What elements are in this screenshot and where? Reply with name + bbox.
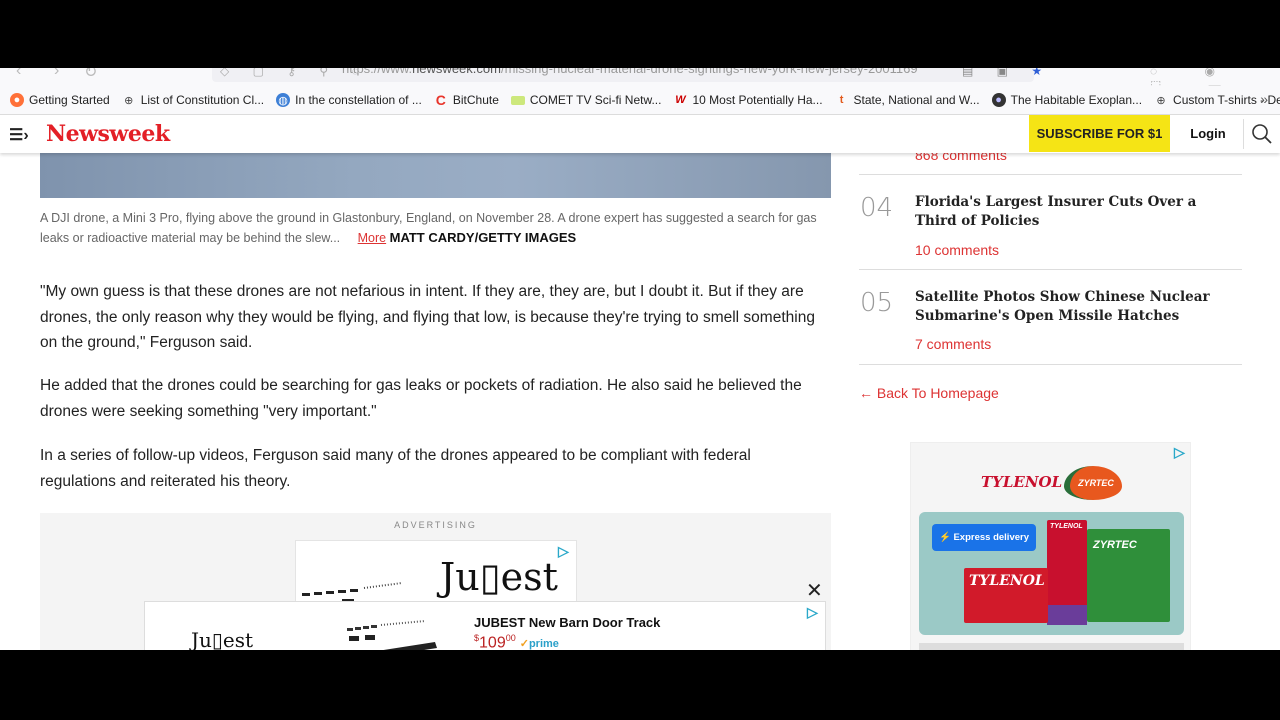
bookmark-constellation[interactable]: ◍ In the constellation of ... [276,93,422,107]
story-rank: 05 [860,288,894,318]
w-icon: W [675,94,686,106]
tylenol-box: TYLENOL [964,568,1048,623]
t-icon: t [839,94,844,106]
back-to-homepage-link[interactable]: ← Back To Homepage [859,385,999,401]
story-comments[interactable]: 868 comments [915,153,1007,163]
browser-toolbar: ‹ › ↻ https://www.newsweek.com/missing-n… [0,68,1280,86]
bookmark-getting-started[interactable]: ● Getting Started [10,93,110,107]
bookmarks-overflow-icon[interactable]: » [1260,91,1268,107]
article-paragraph: "My own guess is that these drones are n… [40,283,815,351]
back-icon[interactable]: ‹ [16,68,21,80]
close-ad-icon[interactable]: ✕ [806,578,823,603]
sticky-ad[interactable]: Ju▯est JUBEST New Barn Door Track $10900… [144,601,826,650]
bookmark-potentially[interactable]: W 10 Most Potentially Ha... [673,93,822,107]
bookmark-exoplanet[interactable]: ● The Habitable Exoplan... [991,93,1143,107]
menu-icon[interactable]: ☰› [9,125,29,145]
bookmark-label: In the constellation of ... [295,93,422,107]
box-band [1047,605,1087,625]
reader-icons[interactable]: ▤ ▣ ★ [962,68,1052,78]
image-caption: A DJI drone, a Mini 3 Pro, flying above … [40,209,835,248]
globe-icon: ⊕ [1156,94,1166,107]
comet-icon [510,95,525,105]
box-label: TYLENOL [1050,523,1083,530]
divider [859,174,1242,175]
product-title[interactable]: JUBEST New Barn Door Track [474,615,660,630]
url-host: newsweek.com [412,68,501,76]
letterbox-bottom [0,650,1280,720]
search-icon[interactable] [1251,123,1273,145]
window-controls[interactable]: ◌ ◉ ⬚ — [1150,68,1280,86]
bookmark-comet[interactable]: COMET TV Sci-fi Netw... [510,93,662,107]
bookmark-bitchute[interactable]: C BitChute [434,92,499,108]
divider [859,269,1242,270]
globe-color-icon: ◍ [276,93,291,107]
bookmark-label: BitChute [452,93,499,107]
story-comments[interactable]: 7 comments [915,336,991,352]
firefox-icon: ● [10,93,24,107]
story-comments[interactable]: 10 comments [915,242,999,258]
bookmark-label: COMET TV Sci-fi Netw... [529,93,662,107]
bitchute-icon: C [435,92,446,108]
jubest-logo: Ju▯est [440,555,558,599]
bookmark-label: Getting Started [29,93,110,107]
product-price: $10900✓prime [474,633,559,650]
ad-product-panel: ⚡ Express delivery TYLENOL TYLENOL ZYRTE… [919,512,1184,635]
photo-credit: MATT CARDY/GETTY IMAGES [389,230,577,245]
article-hero-image[interactable] [40,153,831,198]
article-paragraph: He added that the drones could be search… [40,377,802,420]
prime-label: prime [528,638,559,650]
site-header: ☰› Newsweek SUBSCRIBE FOR $1 Login [0,115,1280,153]
adchoices-icon[interactable]: ▷ [807,604,818,621]
price-whole: 109 [479,634,506,650]
ad-image-strip [919,643,1184,650]
bookmark-constitution[interactable]: ⊕ List of Constitution Cl... [122,93,264,107]
story-title[interactable]: Satellite Photos Show Chinese Nuclear Su… [915,288,1235,326]
article-paragraph: In a series of follow-up videos, Ferguso… [40,447,751,490]
caption-more-link[interactable]: More [358,231,386,245]
zyrtec-logo: ZYRTEC [1064,466,1122,500]
bookmarks-bar: ● Getting Started ⊕ List of Constitution… [0,86,1280,115]
zyrtec-box: ZYRTEC [1087,529,1170,622]
forward-icon[interactable]: › [54,68,59,80]
adchoices-icon[interactable]: ▷ [558,543,569,560]
exoplanet-icon: ● [991,93,1006,107]
story-rank: 04 [860,193,894,223]
bookmark-label: The Habitable Exoplan... [1010,93,1143,107]
bookmark-state-national[interactable]: t State, National and W... [835,93,980,107]
globe-icon: ⊕ [124,94,134,107]
jubest-logo: Ju▯est [191,628,254,650]
header-divider [1243,119,1244,149]
divider [859,364,1242,365]
newsweek-logo[interactable]: Newsweek [46,121,170,147]
adchoices-icon[interactable]: ▷ [1174,444,1185,461]
letterbox-top [0,0,1280,68]
bookmark-label: State, National and W... [853,93,980,107]
tylenol-kids-box: TYLENOL [1047,520,1087,625]
inline-ad[interactable]: Ju▯est ▷ [295,540,577,610]
price-cents: 00 [505,633,516,643]
login-button[interactable]: Login [1180,115,1236,152]
bookmark-label: 10 Most Potentially Ha... [692,93,823,107]
advertising-label: ADVERTISING [394,520,477,530]
story-title[interactable]: Florida's Largest Insurer Cuts Over a Th… [915,193,1235,231]
reload-icon[interactable]: ↻ [84,68,97,82]
shield-icon[interactable]: ◇ ▢ ⚷ ⚲ ◌ [220,68,369,78]
bookmark-star-icon[interactable]: ★ [1031,68,1052,78]
product-image [347,620,437,650]
tylenol-logo: TYLENOL [981,473,1063,491]
express-delivery-badge[interactable]: ⚡ Express delivery [932,524,1036,551]
prime-badge: ✓prime [519,638,559,650]
url-path: /missing-nuclear-material-drone-sighting… [500,68,918,76]
bookmark-label: List of Constitution Cl... [140,93,265,107]
subscribe-button[interactable]: SUBSCRIBE FOR $1 [1029,115,1170,152]
sidebar-ad[interactable]: ▷ TYLENOL ZYRTEC ⚡ Express delivery TYLE… [910,442,1191,650]
page-content: A DJI drone, a Mini 3 Pro, flying above … [0,153,1280,650]
